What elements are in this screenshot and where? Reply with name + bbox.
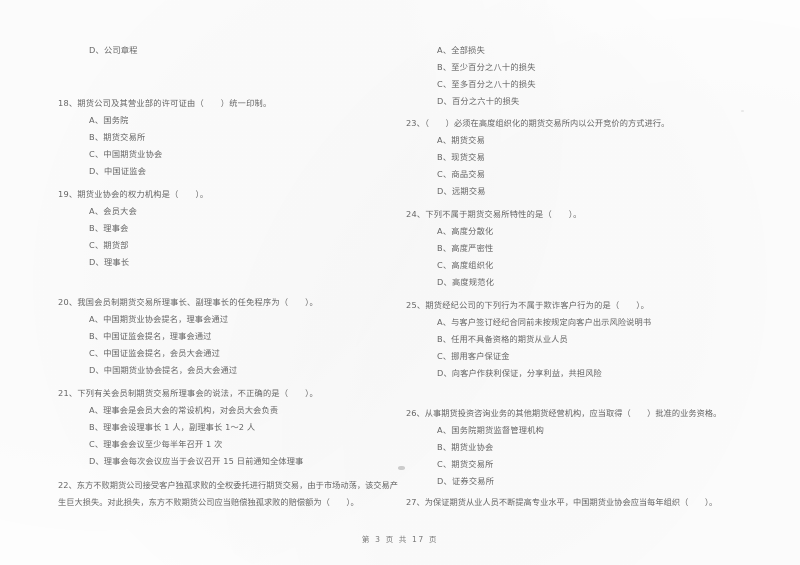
option-item: A、高度分散化 [437,226,494,236]
question-block-24: 24、下列不属于期货交易所特性的是（ ）。 A、高度分散化 B、高度严密性 C、… [406,206,756,291]
question-stem: 18、期货公司及其营业部的许可证由（ ）统一印制。 [58,98,272,108]
option-item: B、中国证监会提名，理事会通过 [89,331,212,341]
option-item: D、理事长 [89,257,130,267]
option-item: B、期货交易所 [89,132,146,142]
option-item: A、理事会是会员大会的常设机构，对会员大会负责 [89,405,279,415]
orphan-options-group: A、全部损失 B、至少百分之八十的损失 C、至多百分之八十的损失 D、百分之六十… [406,42,756,110]
question-block-22: 22、东方不败期货公司接受客户独孤求败的全权委托进行期货交易，由于市场动荡，该交… [58,477,408,511]
question-block-23: 23、（ ）必须在高度组织化的期货交易所内以公开竞价的方式进行。 A、期货交易 … [406,115,756,200]
orphan-option-d: D、公司章程 [58,42,408,59]
question-block-18: 18、期货公司及其营业部的许可证由（ ）统一印制。 A、国务院 B、期货交易所 … [58,95,408,180]
option-item: A、期货交易 [437,135,486,145]
option-item: B、高度严密性 [437,243,494,253]
question-stem: 23、（ ）必须在高度组织化的期货交易所内以公开竞价的方式进行。 [406,118,670,128]
question-stem: 19、期货业协会的权力机构是（ ）。 [58,189,209,199]
page-footer: 第 3 页 共 17 页 [361,535,439,544]
option-item: A、与客户签订经纪合同前未按规定向客户出示风险说明书 [437,317,652,327]
option-item: C、期货交易所 [437,459,494,469]
option-item: B、至少百分之八十的损失 [437,62,536,72]
question-block-25: 25、期货经纪公司的下列行为不属于欺诈客户行为的是（ ）。 A、与客户签订经纪合… [406,297,756,382]
option-item: A、全部损失 [437,45,486,55]
question-stem: 24、下列不属于期货交易所特性的是（ ）。 [406,209,582,219]
question-block-27: 27、为保证期货从业人员不断提高专业水平，中国期货业协会应当每年组织（ ）。 [406,494,756,511]
option-item: A、国务院期货监督管理机构 [437,425,545,435]
question-block-20: 20、我国会员制期货交易所理事长、副理事长的任免程序为（ ）。 A、中国期货业协… [58,294,408,379]
question-stem-line-2: 生巨大损失。对此损失，东方不败期货公司应当赔偿独孤求败的赔偿额为（ ）。 [58,497,359,507]
option-item: D、理事会每次会议应当于会议召开 15 日前通知全体理事 [89,456,304,466]
option-item: D、中国证监会 [89,166,147,176]
right-column: A、全部损失 B、至少百分之八十的损失 C、至多百分之八十的损失 D、百分之六十… [406,0,756,565]
option-item: D、中国期货业协会提名，会员大会通过 [89,365,238,375]
option-item: D、公司章程 [89,45,138,55]
option-item: C、至多百分之八十的损失 [437,79,536,89]
option-item: B、现货交易 [437,152,486,162]
question-block-26: 26、从事期货投资咨询业务的其他期货经营机构，应当取得（ ）批准的业务资格。 A… [406,405,756,490]
question-stem: 27、为保证期货从业人员不断提高专业水平，中国期货业协会应当每年组织（ ）。 [406,497,718,507]
question-stem: 26、从事期货投资咨询业务的其他期货经营机构，应当取得（ ）批准的业务资格。 [406,408,722,418]
option-item: D、高度规范化 [437,277,495,287]
option-item: C、期货部 [89,240,129,250]
question-stem: 21、下列有关会员制期货交易所理事会的说法，不正确的是（ ）。 [58,388,318,398]
option-item: D、向客户作获利保证，分享利益，共担风险 [437,368,602,378]
option-item: D、远期交易 [437,186,486,196]
option-item: C、高度组织化 [437,260,494,270]
option-item: A、国务院 [89,115,129,125]
option-item: C、挪用客户保证金 [437,351,510,361]
option-item: B、理事会 [89,223,129,233]
option-item: D、证券交易所 [437,476,495,486]
option-item: C、理事会会议至少每半年召开 1 次 [89,439,223,449]
option-item: C、中国期货业协会 [89,149,163,159]
scanned-page: D、公司章程 18、期货公司及其营业部的许可证由（ ）统一印制。 A、国务院 B… [0,0,800,565]
option-item: C、商品交易 [437,169,486,179]
option-item: B、理事会设理事长 1 人，副理事长 1～2 人 [89,422,256,432]
question-block-19: 19、期货业协会的权力机构是（ ）。 A、会员大会 B、理事会 C、期货部 D、… [58,186,408,271]
option-item: B、任用不具备资格的期货从业人员 [437,334,568,344]
question-block-21: 21、下列有关会员制期货交易所理事会的说法，不正确的是（ ）。 A、理事会是会员… [58,385,408,470]
question-stem: 20、我国会员制期货交易所理事长、副理事长的任免程序为（ ）。 [58,297,318,307]
option-item: D、百分之六十的损失 [437,96,520,106]
option-item: A、中国期货业协会提名，理事会通过 [89,314,229,324]
option-item: A、会员大会 [89,206,138,216]
question-stem: 25、期货经纪公司的下列行为不属于欺诈客户行为的是（ ）。 [406,300,650,310]
option-item: B、期货业协会 [437,442,494,452]
left-column: D、公司章程 18、期货公司及其营业部的许可证由（ ）统一印制。 A、国务院 B… [58,0,408,565]
question-stem-line-1: 22、东方不败期货公司接受客户独孤求败的全权委托进行期货交易，由于市场动荡，该交… [58,480,399,490]
option-item: C、中国证监会提名，会员大会通过 [89,348,220,358]
